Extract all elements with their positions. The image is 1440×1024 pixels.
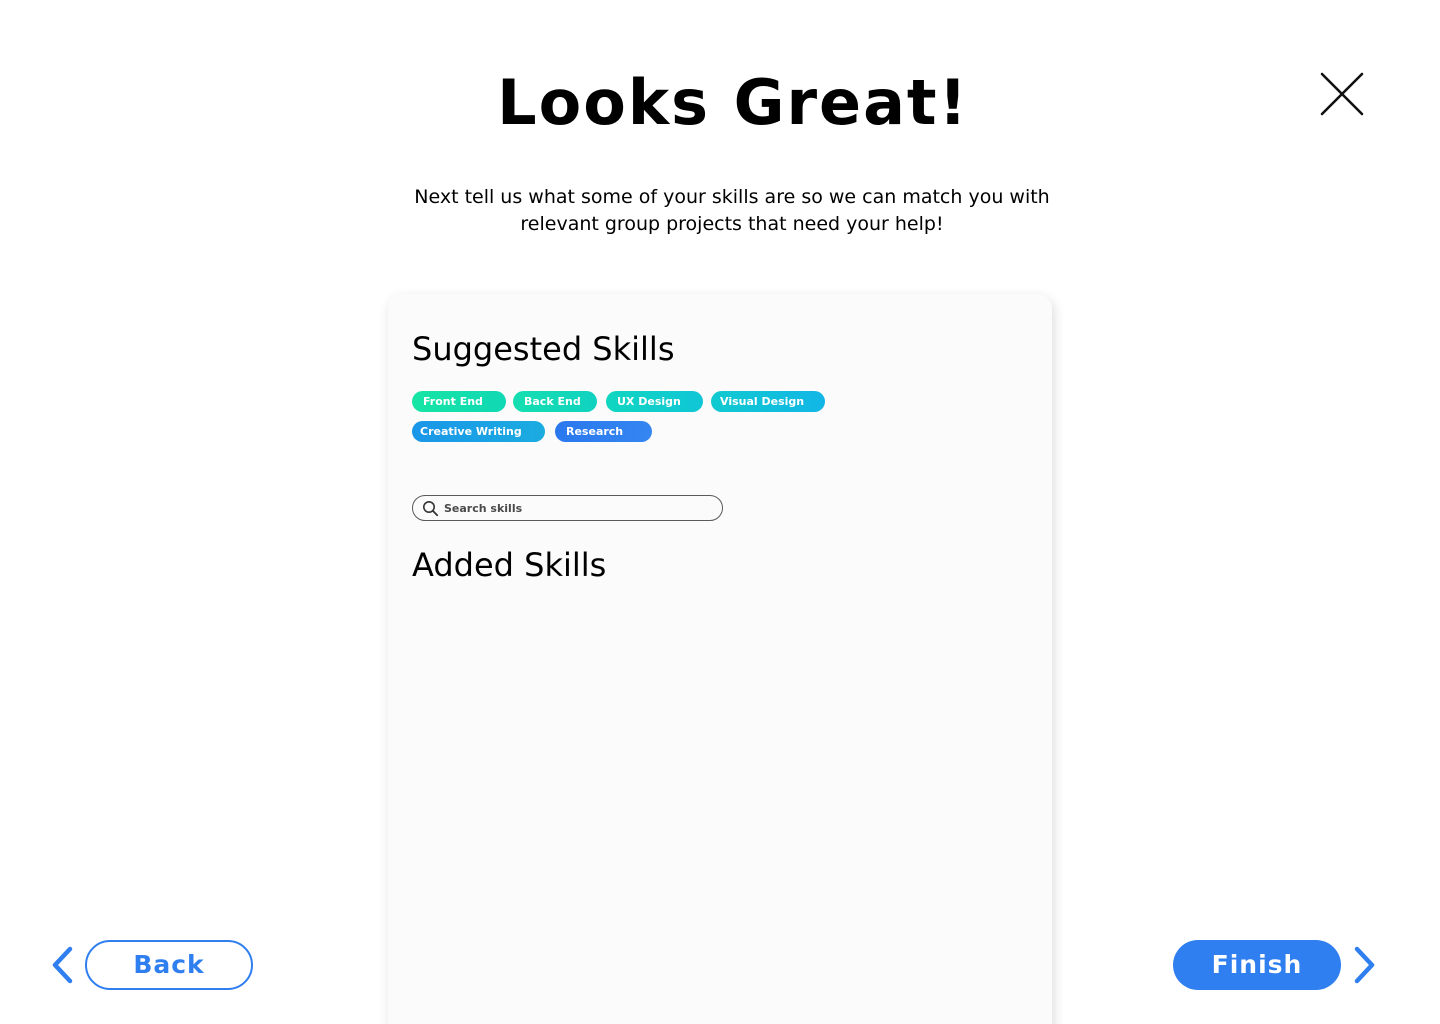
added-skills-title: Added Skills xyxy=(412,546,607,584)
skill-chip-research[interactable]: Research xyxy=(555,421,652,442)
skill-search-box xyxy=(412,495,723,521)
next-chevron-button[interactable] xyxy=(1351,946,1377,988)
skill-chip-front-end[interactable]: Front End xyxy=(412,391,506,412)
page-subtitle: Next tell us what some of your skills ar… xyxy=(414,186,1050,235)
chevron-left-icon xyxy=(52,946,73,984)
skills-onboarding-page: Looks Great! Next tell us what some of y… xyxy=(0,0,1440,1024)
back-chevron-button[interactable] xyxy=(50,946,76,988)
close-button[interactable] xyxy=(1318,70,1366,118)
chevron-right-icon xyxy=(1354,946,1375,984)
skill-search-input[interactable] xyxy=(444,496,714,520)
skill-chip-creative-writing[interactable]: Creative Writing xyxy=(412,421,545,442)
close-icon xyxy=(1320,72,1364,116)
back-button[interactable]: Back xyxy=(85,940,253,990)
page-title: Looks Great! xyxy=(497,66,969,139)
suggested-skills-title: Suggested Skills xyxy=(412,330,675,368)
finish-button[interactable]: Finish xyxy=(1173,940,1341,990)
skill-chip-ux-design[interactable]: UX Design xyxy=(606,391,703,412)
skill-chip-back-end[interactable]: Back End xyxy=(513,391,597,412)
search-icon xyxy=(423,501,439,517)
skill-chip-visual-design[interactable]: Visual Design xyxy=(711,391,825,412)
skills-card: Suggested Skills Front End Back End UX D… xyxy=(388,294,1052,1024)
